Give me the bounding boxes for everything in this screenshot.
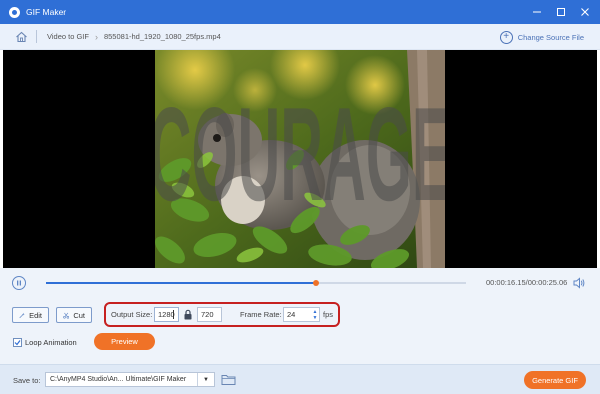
breadcrumb-video-to-gif[interactable]: Video to GIF <box>47 32 89 41</box>
controls-panel: Edit Cut Output Size: 1280 720 Frame Rat… <box>0 298 600 364</box>
nav-divider <box>36 30 37 43</box>
time-readout: 00:00:16.15/00:00:25.06 <box>486 278 568 287</box>
minimize-button[interactable] <box>528 3 546 21</box>
output-height-field[interactable]: 720 <box>197 307 222 322</box>
maximize-icon <box>557 8 565 16</box>
save-path-field[interactable]: C:\AnyMP4 Studio\An... Ultimate\GIF Make… <box>45 372 215 387</box>
volume-button[interactable] <box>572 276 586 290</box>
frame-rate-stepper[interactable]: ▲ ▼ <box>311 307 319 322</box>
maximize-button[interactable] <box>552 3 570 21</box>
cut-label: Cut <box>73 310 85 320</box>
minimize-icon <box>533 11 541 13</box>
loop-animation-checkbox[interactable] <box>13 338 22 347</box>
play-pause-button[interactable] <box>12 276 26 290</box>
save-to-label: Save to: <box>13 376 41 385</box>
window-controls <box>528 0 594 24</box>
magic-wand-icon <box>19 312 25 318</box>
folder-icon[interactable] <box>221 373 236 386</box>
output-height-value: 720 <box>201 310 214 319</box>
fps-unit-label: fps <box>323 310 334 319</box>
playback-bar: 00:00:16.15/00:00:25.06 <box>0 268 600 298</box>
watermark-text: COURAGE <box>155 80 445 229</box>
video-frame: COURAGE <box>155 50 445 268</box>
change-source-label: Change Source File <box>517 32 584 42</box>
chevron-right-icon: › <box>94 31 98 42</box>
output-width-value: 1280 <box>158 310 175 319</box>
stepper-down-icon[interactable]: ▼ <box>313 315 318 321</box>
home-icon <box>15 31 27 42</box>
pause-icon <box>17 280 21 286</box>
video-preview: COURAGE <box>3 50 597 268</box>
frame-rate-value: 24 <box>287 310 296 319</box>
svg-text:COURAGE: COURAGE <box>155 80 445 229</box>
title-bar: GIF Maker <box>0 0 600 24</box>
bottom-bar: Save to: C:\AnyMP4 Studio\An... Ultimate… <box>0 364 600 394</box>
plus-circle-icon: + <box>499 30 513 44</box>
generate-gif-button[interactable]: Generate GIF <box>524 371 586 389</box>
home-button[interactable] <box>13 29 29 45</box>
close-button[interactable] <box>576 3 594 21</box>
loop-animation-label: Loop Animation <box>25 338 77 347</box>
chevron-down-icon: ▼ <box>203 376 209 383</box>
preview-button[interactable]: Preview <box>94 333 155 350</box>
checkmark-icon <box>14 340 21 346</box>
current-time: 00:00:16.15 <box>486 278 526 287</box>
cut-button[interactable]: Cut <box>56 307 92 323</box>
volume-icon <box>573 277 585 289</box>
breadcrumb-file-name: 855081-hd_1920_1080_25fps.mp4 <box>103 32 221 41</box>
save-path-value: C:\AnyMP4 Studio\An... Ultimate\GIF Make… <box>50 376 187 383</box>
change-source-button[interactable]: + Change Source File <box>499 24 584 50</box>
timeline-progress <box>46 282 317 284</box>
nav-bar: Video to GIF › 855081-hd_1920_1080_25fps… <box>0 24 600 50</box>
scissors-icon <box>63 312 70 319</box>
close-icon <box>581 8 589 16</box>
output-width-field[interactable]: 1280 <box>154 307 179 322</box>
save-path-dropdown[interactable]: ▼ <box>197 373 214 386</box>
timeline-handle[interactable] <box>313 280 320 286</box>
app-logo-icon <box>9 6 20 18</box>
app-title: GIF Maker <box>26 7 67 17</box>
frame-rate-label: Frame Rate: <box>240 310 282 319</box>
output-size-label: Output Size: <box>111 310 153 319</box>
lock-icon[interactable] <box>183 309 193 320</box>
edit-label: Edit <box>29 310 42 320</box>
total-time: 00:00:25.06 <box>527 278 568 287</box>
timeline-slider[interactable] <box>46 280 466 286</box>
edit-button[interactable]: Edit <box>12 307 49 323</box>
